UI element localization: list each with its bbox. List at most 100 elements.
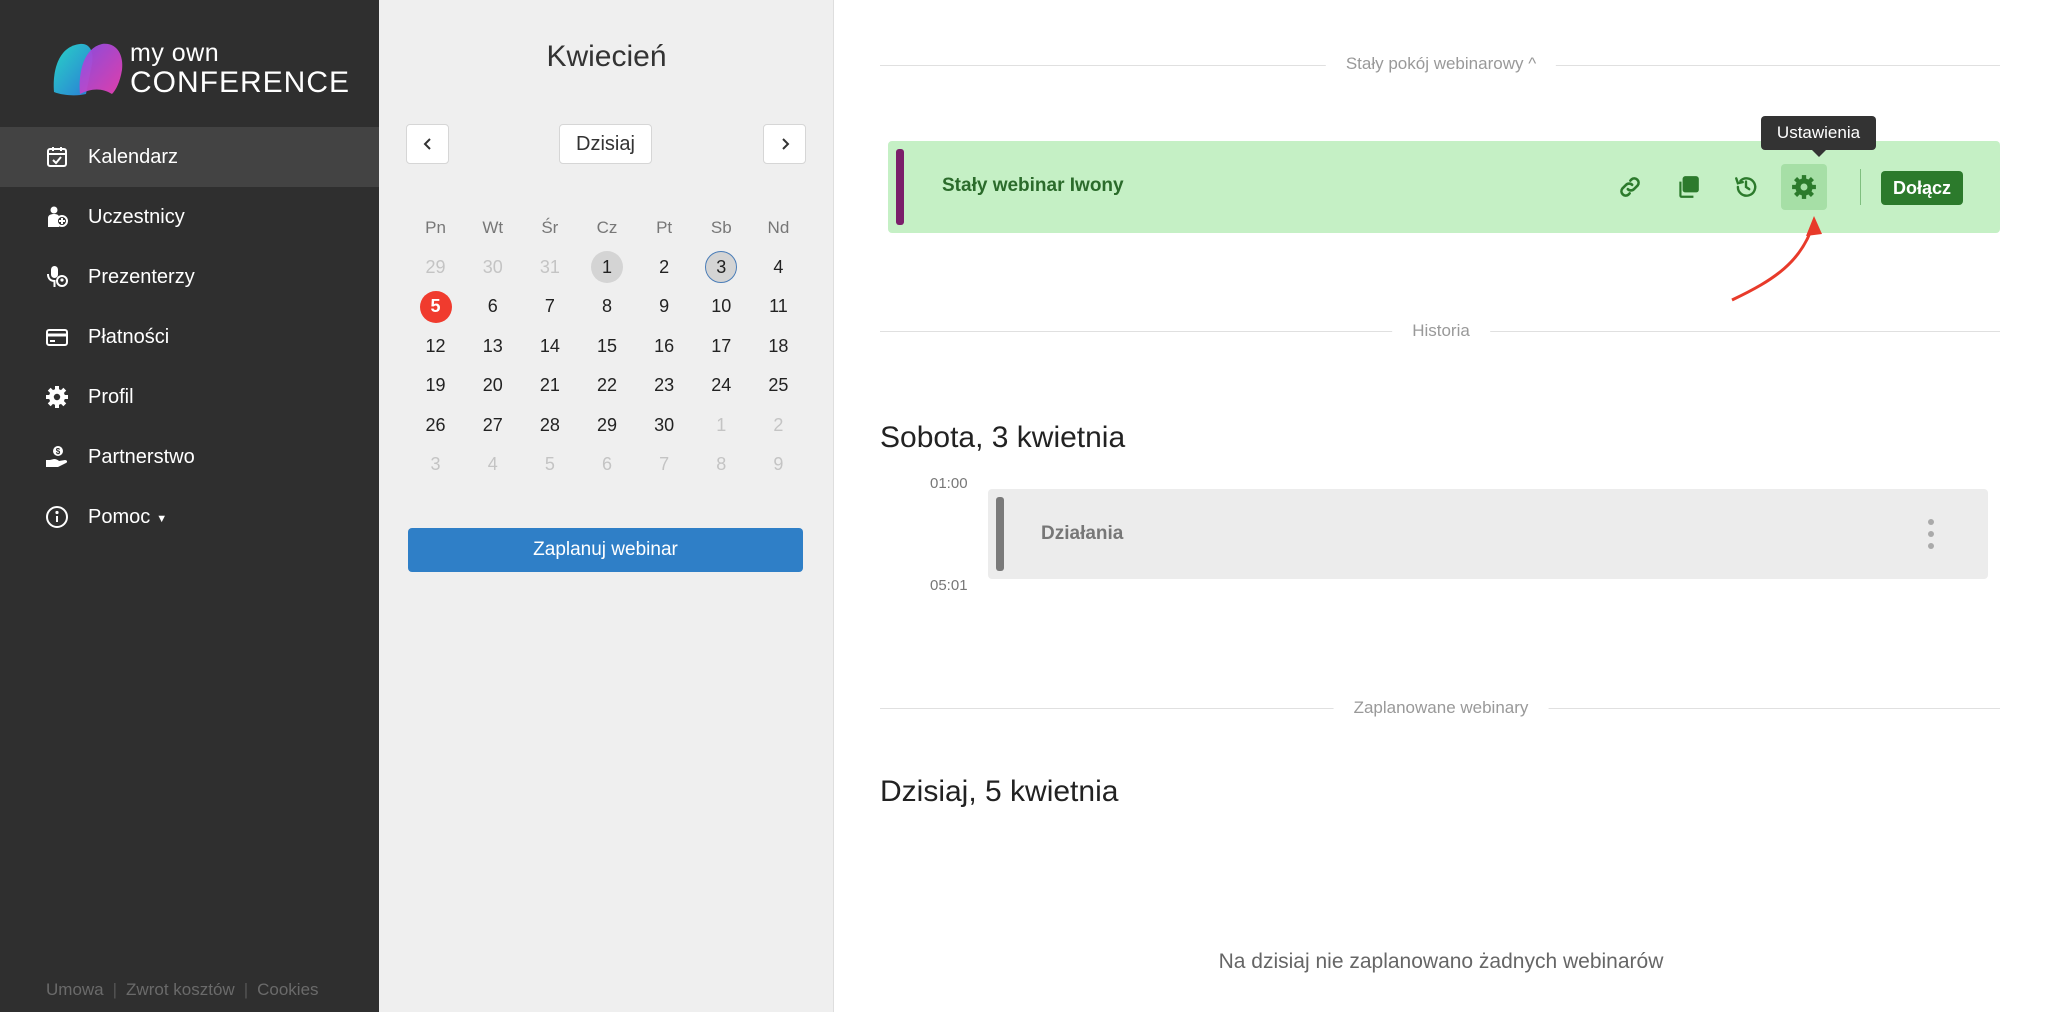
calendar-day[interactable]: 9 bbox=[636, 291, 693, 323]
prev-month-button[interactable] bbox=[406, 124, 449, 164]
more-options-icon[interactable] bbox=[1926, 519, 1936, 549]
calendar-panel: Kwiecień Dzisiaj Pn Wt Śr Cz Pt Sb Nd 29… bbox=[379, 0, 834, 1012]
brand-logo[interactable]: my own CONFERENCE bbox=[50, 36, 349, 102]
calendar-day[interactable]: 2 bbox=[636, 251, 693, 283]
calendar-day[interactable]: 30 bbox=[636, 409, 693, 441]
calendar-day[interactable]: 19 bbox=[407, 370, 464, 402]
add-user-icon bbox=[44, 204, 70, 230]
calendar-day[interactable]: 6 bbox=[578, 449, 635, 481]
calendar-day[interactable]: 22 bbox=[578, 370, 635, 402]
calendar-day[interactable]: 15 bbox=[578, 330, 635, 362]
calendar-day[interactable]: 14 bbox=[521, 330, 578, 362]
calendar-check-icon bbox=[44, 144, 70, 170]
main-content: Stały pokój webinarowy ^ Stały webinar I… bbox=[834, 0, 2048, 1012]
sidebar-item-kalendarz[interactable]: Kalendarz bbox=[0, 127, 379, 187]
calendar-day-today[interactable]: 5 bbox=[407, 290, 464, 323]
settings-button[interactable] bbox=[1781, 164, 1827, 210]
calendar-day[interactable]: 9 bbox=[750, 449, 807, 481]
join-button[interactable]: Dołącz bbox=[1881, 171, 1963, 205]
permanent-room-card: Stały webinar Iwony Dołącz bbox=[888, 141, 2000, 233]
calendar-day[interactable]: 6 bbox=[464, 291, 521, 323]
brand-line1: my own bbox=[130, 38, 220, 67]
scheduled-section-label: Zaplanowane webinary bbox=[1333, 698, 1549, 718]
calendar-day[interactable]: 16 bbox=[636, 330, 693, 362]
calendar-day[interactable]: 8 bbox=[693, 449, 750, 481]
separator bbox=[1860, 169, 1861, 205]
sidebar-item-profil[interactable]: Profil bbox=[0, 367, 379, 427]
sidebar-item-prezenterzy[interactable]: Prezenterzy bbox=[0, 247, 379, 307]
calendar-day[interactable]: 8 bbox=[578, 291, 635, 323]
permanent-room-toggle[interactable]: Stały pokój webinarowy ^ bbox=[1325, 54, 1557, 74]
sidebar-item-label: Prezenterzy bbox=[88, 265, 195, 288]
event-title: Działania bbox=[1041, 523, 1124, 544]
today-button[interactable]: Dzisiaj bbox=[559, 124, 652, 164]
chevron-right-icon bbox=[781, 138, 789, 150]
event-color-stripe bbox=[996, 497, 1004, 571]
copy-icon bbox=[1679, 176, 1699, 198]
calendar-day-with-event[interactable]: 1 bbox=[578, 251, 635, 284]
calendar-day[interactable]: 13 bbox=[464, 330, 521, 362]
calendar-day[interactable]: 21 bbox=[521, 370, 578, 402]
sidebar-nav: Kalendarz Uczestnicy Prezenterzy Płatnoś… bbox=[0, 127, 379, 547]
footer-link-zwrot[interactable]: Zwrot kosztów bbox=[126, 980, 235, 999]
calendar-day[interactable]: 29 bbox=[578, 409, 635, 441]
calendar-day[interactable]: 2 bbox=[750, 409, 807, 441]
calendar-day[interactable]: 4 bbox=[750, 251, 807, 283]
sidebar-item-label: Partnerstwo bbox=[88, 445, 195, 468]
calendar-day[interactable]: 1 bbox=[693, 409, 750, 441]
sidebar-item-label: Płatności bbox=[88, 325, 170, 348]
calendar-week: 5 6 7 8 9 10 11 bbox=[407, 287, 807, 327]
calendar-day[interactable]: 5 bbox=[521, 449, 578, 481]
sidebar-item-platnosci[interactable]: Płatności bbox=[0, 307, 379, 367]
room-title: Stały webinar Iwony bbox=[942, 175, 1124, 196]
calendar-day[interactable]: 30 bbox=[464, 251, 521, 283]
sidebar-item-label: Pomoc bbox=[88, 505, 151, 528]
copy-link-button[interactable] bbox=[1607, 164, 1653, 210]
calendar-grid: Pn Wt Śr Cz Pt Sb Nd 29 30 31 1 2 3 4 5 … bbox=[407, 208, 807, 485]
calendar-day[interactable]: 25 bbox=[750, 370, 807, 402]
history-day-heading: Sobota, 3 kwietnia bbox=[880, 421, 1126, 454]
calendar-day[interactable]: 12 bbox=[407, 330, 464, 362]
next-month-button[interactable] bbox=[763, 124, 806, 164]
separator: | bbox=[112, 980, 118, 999]
schedule-webinar-button[interactable]: Zaplanuj webinar bbox=[408, 528, 803, 572]
gear-icon bbox=[1792, 175, 1816, 199]
chevron-left-icon bbox=[423, 138, 431, 150]
calendar-day[interactable]: 20 bbox=[464, 370, 521, 402]
calendar-day[interactable]: 26 bbox=[407, 409, 464, 441]
calendar-day[interactable]: 28 bbox=[521, 409, 578, 441]
calendar-day[interactable]: 4 bbox=[464, 449, 521, 481]
calendar-day[interactable]: 27 bbox=[464, 409, 521, 441]
empty-state-message: Na dzisiaj nie zaplanowano żadnych webin… bbox=[1218, 950, 1664, 973]
weekday-label: Sb bbox=[710, 217, 732, 237]
separator: | bbox=[243, 980, 249, 999]
duplicate-button[interactable] bbox=[1665, 164, 1711, 210]
calendar-day[interactable]: 10 bbox=[693, 291, 750, 323]
credit-card-icon bbox=[44, 324, 70, 350]
sidebar: my own CONFERENCE Kalendarz Uczestnicy P… bbox=[0, 0, 379, 1012]
calendar-week: 12 13 14 15 16 17 18 bbox=[407, 327, 807, 367]
sidebar-item-pomoc[interactable]: Pomoc ▼ bbox=[0, 487, 379, 547]
past-event-card[interactable]: Działania bbox=[988, 489, 1988, 579]
calendar-day[interactable]: 24 bbox=[693, 370, 750, 402]
caret-down-icon: ▼ bbox=[156, 512, 168, 525]
calendar-day[interactable]: 18 bbox=[750, 330, 807, 362]
calendar-day[interactable]: 7 bbox=[636, 449, 693, 481]
calendar-day[interactable]: 3 bbox=[407, 449, 464, 481]
calendar-day[interactable]: 7 bbox=[521, 291, 578, 323]
sidebar-item-partnerstwo[interactable]: $ Partnerstwo bbox=[0, 427, 379, 487]
calendar-day[interactable]: 11 bbox=[750, 291, 807, 323]
weekday-header-row: Pn Wt Śr Cz Pt Sb Nd bbox=[407, 208, 807, 248]
sidebar-item-uczestnicy[interactable]: Uczestnicy bbox=[0, 187, 379, 247]
sidebar-item-label: Profil bbox=[88, 385, 134, 408]
calendar-day[interactable]: 31 bbox=[521, 251, 578, 283]
logo-mark-icon bbox=[50, 38, 126, 100]
calendar-day-selected[interactable]: 3 bbox=[693, 251, 750, 284]
footer-link-umowa[interactable]: Umowa bbox=[46, 980, 104, 999]
history-button[interactable] bbox=[1723, 164, 1769, 210]
calendar-day[interactable]: 17 bbox=[693, 330, 750, 362]
calendar-day[interactable]: 29 bbox=[407, 251, 464, 283]
calendar-day[interactable]: 23 bbox=[636, 370, 693, 402]
history-section-label: Historia bbox=[1392, 321, 1490, 341]
footer-link-cookies[interactable]: Cookies bbox=[257, 980, 318, 999]
